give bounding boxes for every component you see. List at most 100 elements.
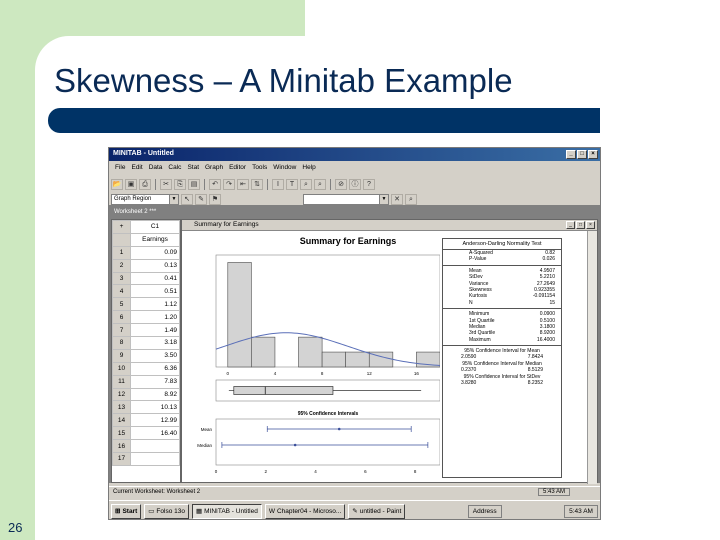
column-name[interactable]: Earnings xyxy=(130,232,180,247)
taskbar-item[interactable]: ✎ untitled - Paint xyxy=(348,503,406,519)
menu-editor[interactable]: Editor xyxy=(229,164,246,172)
earnings-cell[interactable]: 3.50 xyxy=(130,348,180,363)
redo-icon[interactable]: ↷ xyxy=(223,178,235,190)
undo-icon[interactable]: ↶ xyxy=(209,178,221,190)
earnings-cell[interactable] xyxy=(130,439,180,454)
row-header[interactable]: 12 xyxy=(112,387,131,402)
flag-icon[interactable]: ⚑ xyxy=(209,193,221,205)
zoom-icon[interactable]: ⌕ xyxy=(405,193,417,205)
earnings-cell[interactable]: 10.13 xyxy=(130,400,180,415)
find-next-icon[interactable]: ⌕ xyxy=(314,178,326,190)
cut-icon[interactable]: ✂ xyxy=(160,178,172,190)
earnings-cell[interactable]: 6.36 xyxy=(130,361,180,376)
arrows-icon[interactable]: ⇅ xyxy=(251,178,263,190)
earnings-cell[interactable]: 1.20 xyxy=(130,310,180,325)
earnings-cell[interactable]: 0.09 xyxy=(130,245,180,260)
row-header[interactable]: 13 xyxy=(112,400,131,415)
close-button[interactable]: × xyxy=(586,221,595,229)
graph-combo-2[interactable]: ▼ xyxy=(303,193,389,205)
row-header[interactable]: 14 xyxy=(112,413,131,428)
row-header[interactable]: 6 xyxy=(112,310,131,325)
row-header[interactable]: 5 xyxy=(112,297,131,312)
minimize-button[interactable]: _ xyxy=(566,150,576,159)
earnings-cell[interactable]: 3.18 xyxy=(130,336,180,350)
ad-test-title: Anderson-Darling Normality Test xyxy=(443,239,561,250)
graph-region-combo[interactable]: Graph Region ▼ xyxy=(111,193,179,205)
row-header[interactable]: 9 xyxy=(112,348,131,363)
close-button[interactable]: × xyxy=(588,150,598,159)
row-header[interactable]: 2 xyxy=(112,258,131,273)
ci-median-point xyxy=(293,443,297,447)
copy-icon[interactable]: ⎘ xyxy=(174,178,186,190)
row-header[interactable]: 4 xyxy=(112,284,131,299)
menu-window[interactable]: Window xyxy=(273,164,296,172)
row-header[interactable]: 10 xyxy=(112,361,131,376)
taskbar-item[interactable]: ▭ Folso 13o xyxy=(144,503,189,519)
menu-help[interactable]: Help xyxy=(302,164,315,172)
menu-graph[interactable]: Graph xyxy=(205,164,223,172)
previous-icon[interactable]: ⇤ xyxy=(237,178,249,190)
text-icon[interactable]: T xyxy=(286,178,298,190)
table-row: 8 3.18 xyxy=(112,336,180,350)
menu-file[interactable]: File xyxy=(115,164,125,172)
row-header[interactable]: 11 xyxy=(112,374,131,389)
toolbar-separator xyxy=(204,178,205,190)
info-icon[interactable]: ⓘ xyxy=(349,178,361,190)
table-row: 15 16.40 xyxy=(112,426,180,441)
close-icon[interactable]: ✕ xyxy=(391,193,403,205)
earnings-cell[interactable]: 1.12 xyxy=(130,297,180,312)
chevron-down-icon: ▼ xyxy=(169,194,178,204)
graph-window-titlebar[interactable]: Summary for Earnings _ □ × xyxy=(182,220,597,231)
earnings-cell[interactable]: 16.40 xyxy=(130,426,180,441)
find-icon[interactable]: ⌕ xyxy=(300,178,312,190)
help-icon[interactable]: ? xyxy=(363,178,375,190)
ci-stdev-row-label: 3.8280 xyxy=(461,380,477,387)
menu-tools[interactable]: Tools xyxy=(252,164,267,172)
column-id[interactable]: C1 xyxy=(130,220,180,234)
row-header[interactable]: 3 xyxy=(112,271,131,286)
earnings-cell[interactable] xyxy=(130,452,180,466)
pointer-icon[interactable]: ↖ xyxy=(181,193,193,205)
print-icon[interactable]: ⎙ xyxy=(139,178,151,190)
maximize-button[interactable]: □ xyxy=(576,221,585,229)
menu-calc[interactable]: Calc xyxy=(168,164,181,172)
stat-row-value: 16.4000 xyxy=(536,336,555,343)
paste-icon[interactable]: ▤ xyxy=(188,178,200,190)
row-header[interactable]: 7 xyxy=(112,323,131,338)
earnings-cell[interactable]: 0.13 xyxy=(130,258,180,273)
menu-edit[interactable]: Edit xyxy=(131,164,142,172)
cancel-icon[interactable]: ⊘ xyxy=(335,178,347,190)
address-bar-label[interactable]: Address xyxy=(467,504,502,518)
italic-icon[interactable]: I xyxy=(272,178,284,190)
row-header[interactable]: 16 xyxy=(112,439,131,454)
start-button[interactable]: ⊞ Start xyxy=(111,503,142,519)
earnings-cell[interactable]: 0.51 xyxy=(130,284,180,299)
ci-x-tick-label: 0 xyxy=(215,469,218,474)
table-row: 3 0.41 xyxy=(112,271,180,286)
row-header[interactable]: 17 xyxy=(112,452,131,466)
vertical-scrollbar[interactable] xyxy=(587,231,597,484)
earnings-cell[interactable]: 7.83 xyxy=(130,374,180,389)
taskbar-item[interactable]: W Chapter04 - Microso... xyxy=(264,503,346,519)
earnings-cell[interactable]: 0.41 xyxy=(130,271,180,286)
brush-icon[interactable]: ✎ xyxy=(195,193,207,205)
row-header[interactable]: 8 xyxy=(112,336,131,350)
minimize-button[interactable]: _ xyxy=(566,221,575,229)
x-tick-label: 8 xyxy=(321,371,324,376)
row-header[interactable]: 1 xyxy=(112,245,131,260)
corner-cell[interactable]: + xyxy=(112,220,131,234)
menu-stat[interactable]: Stat xyxy=(187,164,199,172)
histogram-bar xyxy=(251,336,276,368)
row-header[interactable]: 15 xyxy=(112,426,131,441)
earnings-cell[interactable]: 12.99 xyxy=(130,413,180,428)
save-icon[interactable]: ▣ xyxy=(125,178,137,190)
earnings-cell[interactable]: 1.49 xyxy=(130,323,180,338)
taskbar-item-minitab[interactable]: ▦ MINITAB - Untitled xyxy=(191,503,262,519)
open-icon[interactable]: 📂 xyxy=(111,178,123,190)
maximize-button[interactable]: □ xyxy=(577,150,587,159)
worksheet-title[interactable]: Worksheet 2 *** xyxy=(111,208,195,218)
earnings-cell[interactable]: 8.92 xyxy=(130,387,180,402)
menu-data[interactable]: Data xyxy=(149,164,163,172)
toolbar-separator xyxy=(267,178,268,190)
app-titlebar[interactable]: MINITAB - Untitled _ □ × xyxy=(109,148,600,161)
